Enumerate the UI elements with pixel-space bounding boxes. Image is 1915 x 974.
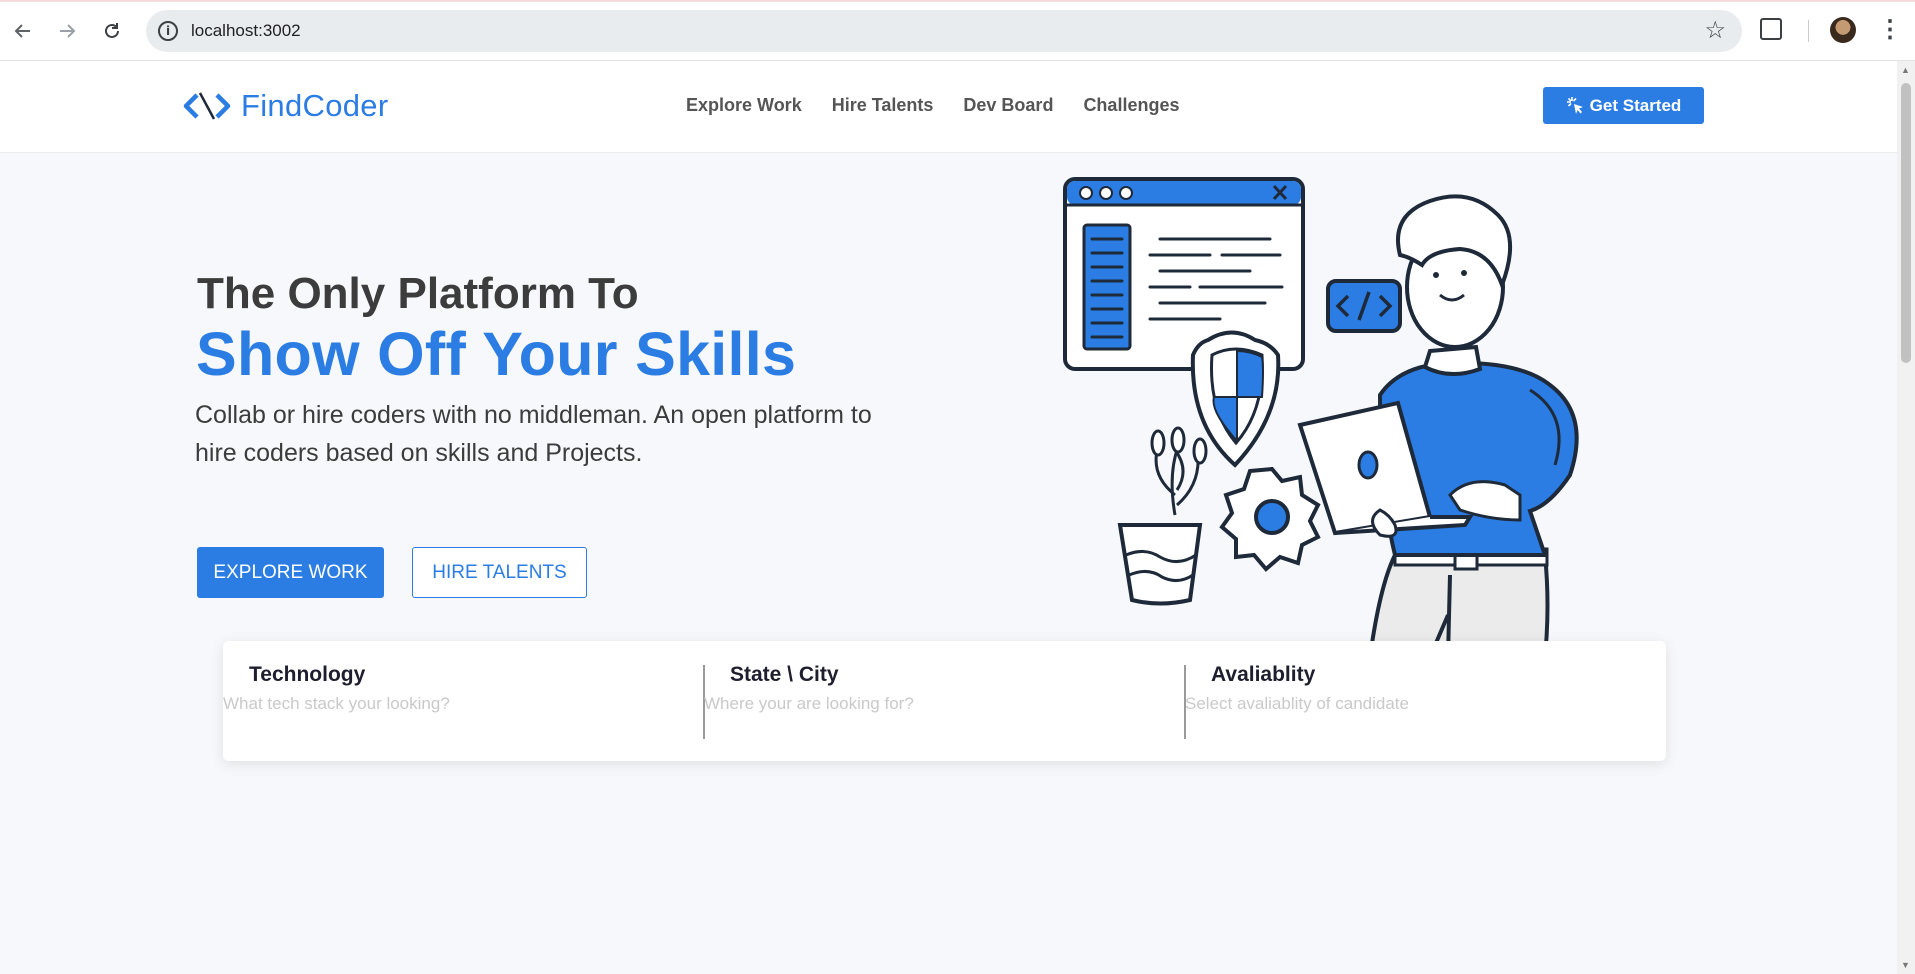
extensions-icon[interactable] — [1760, 18, 1782, 40]
code-tag-badge — [1326, 279, 1402, 333]
tab-strip-edge — [0, 0, 1915, 2]
developer-character — [1297, 194, 1579, 657]
location-filter: State \ City — [704, 663, 1104, 714]
scroll-down-icon[interactable]: ▼ — [1901, 960, 1910, 970]
gear-graphic — [1219, 466, 1321, 572]
brand-logo[interactable]: FindCoder — [183, 88, 388, 124]
get-started-label: Get Started — [1589, 95, 1682, 115]
technology-filter: Technology — [223, 663, 623, 714]
code-window-graphic — [1063, 177, 1305, 371]
potted-plant-graphic — [1117, 426, 1208, 606]
cursor-click-icon — [1566, 96, 1583, 114]
explore-work-button[interactable]: EXPLORE WORK — [197, 547, 384, 598]
nav-dev-board[interactable]: Dev Board — [963, 95, 1053, 116]
hero-description-line2: hire coders based on skills and Projects… — [195, 439, 643, 467]
profile-avatar[interactable] — [1830, 17, 1856, 43]
scrollbar-thumb[interactable] — [1901, 83, 1911, 363]
technology-input[interactable] — [223, 694, 623, 714]
nav-challenges[interactable]: Challenges — [1083, 95, 1179, 116]
location-input[interactable] — [704, 694, 1104, 714]
bookmark-star-icon[interactable]: ☆ — [1704, 16, 1726, 45]
page-viewport: FindCoder Explore Work Hire Talents Dev … — [0, 61, 1897, 974]
hero-section: The Only Platform To Show Off Your Skill… — [0, 153, 1897, 974]
browser-chrome: i localhost:3002 ☆ ⋮ — [0, 0, 1915, 61]
nav-hire-talents[interactable]: Hire Talents — [832, 95, 934, 116]
availability-filter: Avaliablity — [1185, 663, 1585, 714]
site-info-icon[interactable]: i — [158, 21, 178, 41]
hero-heading-line2: Show Off Your Skills — [196, 320, 797, 388]
nav-explore-work[interactable]: Explore Work — [686, 95, 802, 116]
developer-illustration — [1063, 177, 1620, 657]
hero-description: Collab or hire coders with no middleman.… — [195, 396, 975, 472]
brand-name: FindCoder — [241, 88, 389, 123]
address-bar[interactable]: i localhost:3002 ☆ — [146, 10, 1742, 52]
address-url[interactable]: localhost:3002 — [191, 21, 301, 41]
reload-icon[interactable] — [95, 14, 129, 48]
candidate-search-panel: Technology State \ City Avaliablity — [223, 641, 1666, 761]
hire-talents-button[interactable]: HIRE TALENTS — [412, 547, 587, 598]
site-header: FindCoder Explore Work Hire Talents Dev … — [0, 61, 1897, 153]
back-arrow-icon[interactable] — [6, 14, 40, 48]
location-label: State \ City — [730, 663, 839, 686]
findcoder-logo-icon — [183, 92, 231, 120]
hero-description-line1: Collab or hire coders with no middleman.… — [195, 401, 872, 429]
forward-arrow-icon[interactable] — [50, 14, 84, 48]
page-scrollbar[interactable]: ▲ ▼ — [1897, 61, 1915, 974]
scroll-up-icon[interactable]: ▲ — [1901, 65, 1910, 75]
availability-label: Avaliablity — [1211, 663, 1316, 686]
more-menu-icon[interactable]: ⋮ — [1878, 15, 1902, 44]
main-nav: Explore Work Hire Talents Dev Board Chal… — [686, 95, 1179, 116]
availability-input[interactable] — [1185, 694, 1585, 714]
toolbar-divider — [1808, 20, 1809, 42]
get-started-button[interactable]: Get Started — [1543, 87, 1704, 124]
hero-heading-line1: The Only Platform To — [197, 269, 639, 318]
technology-label: Technology — [249, 663, 366, 686]
